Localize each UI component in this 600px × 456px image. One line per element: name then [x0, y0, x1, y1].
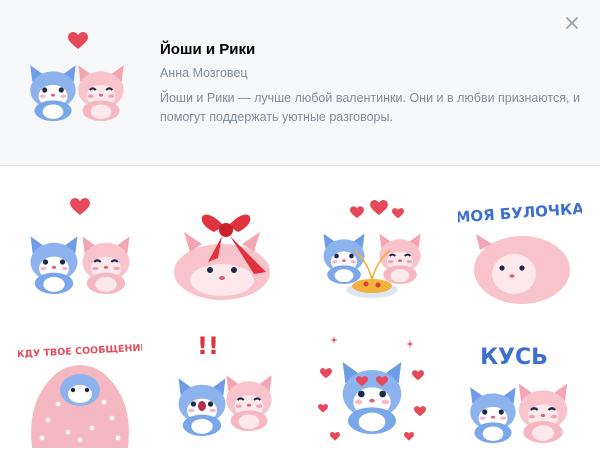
sticker-cats-spaghetti[interactable] — [310, 192, 434, 316]
sticker-love-eyes[interactable] — [310, 328, 434, 452]
sticker-pack-modal: Йоши и Рики Анна Мозговец Йоши и Рики — … — [0, 0, 600, 456]
sticker-caption: МОЯ БУЛОЧКА — [458, 200, 582, 227]
close-icon[interactable] — [562, 13, 582, 33]
pack-info: Йоши и Рики Анна Мозговец Йоши и Рики — … — [160, 41, 580, 127]
pack-cover-sticker — [22, 30, 132, 136]
pack-description: Йоши и Рики — лучше любой валентинки. Он… — [160, 91, 580, 124]
sticker-caption: ЖДУ ТВОЕ СООБЩЕНИЕ — [18, 343, 142, 361]
sticker-cat-with-bow[interactable] — [162, 192, 286, 316]
sticker-bite[interactable]: КУСЬ — [458, 328, 582, 452]
sticker-surprised-cats[interactable]: !! — [162, 328, 286, 452]
sticker-grid: МОЯ БУЛОЧКА ЖДУ ТВОЕ СООБЩЕНИЕ !! КУСЬ — [0, 166, 600, 456]
sticker-waiting-message[interactable]: ЖДУ ТВОЕ СООБЩЕНИЕ — [18, 328, 142, 452]
sticker-cats-together[interactable] — [18, 192, 142, 316]
pack-title: Йоши и Рики — [160, 41, 256, 58]
sticker-my-bun[interactable]: МОЯ БУЛОЧКА — [458, 192, 582, 316]
sticker-caption: !! — [197, 332, 219, 360]
pack-header: Йоши и Рики Анна Мозговец Йоши и Рики — … — [0, 0, 600, 166]
sticker-caption: КУСЬ — [480, 345, 548, 370]
pack-author-link[interactable]: Анна Мозговец — [160, 65, 580, 81]
